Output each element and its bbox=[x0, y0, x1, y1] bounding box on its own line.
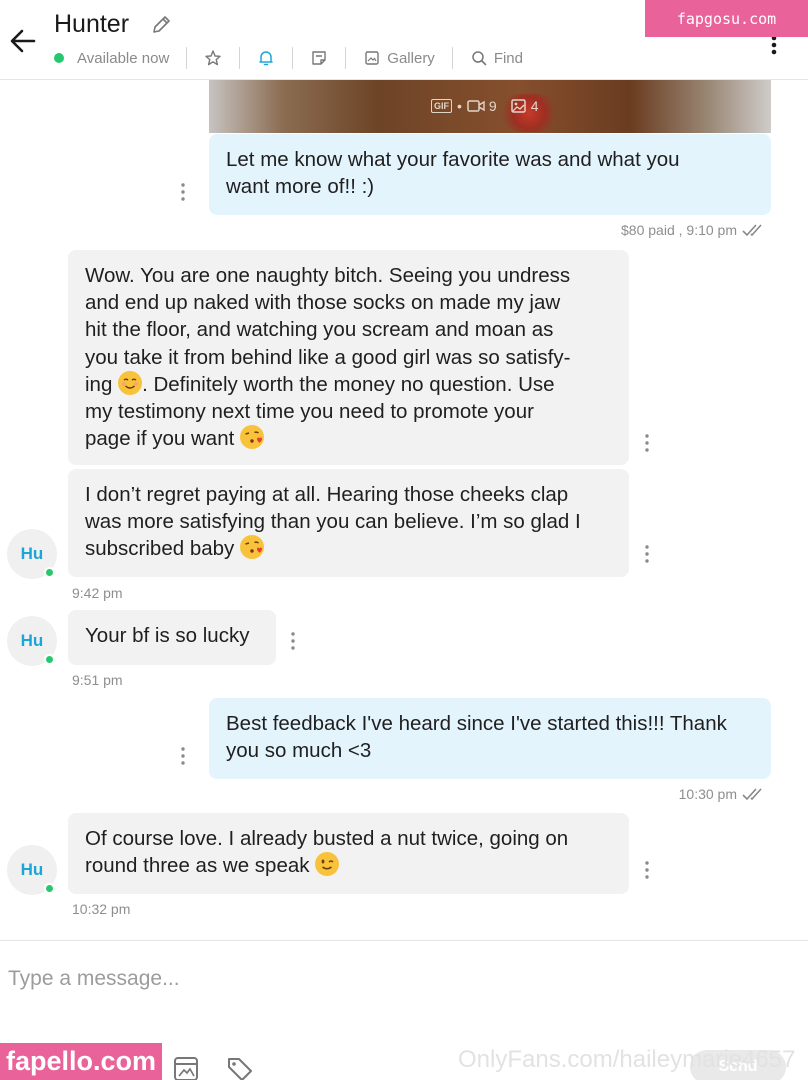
gallery-label: Gallery bbox=[387, 49, 435, 67]
video-icon bbox=[467, 100, 485, 112]
message-bubble-outgoing[interactable]: Let me know what your favorite was and w… bbox=[209, 134, 771, 215]
message-text: Let me know what your favorite was and w… bbox=[226, 148, 680, 199]
bell-icon[interactable] bbox=[257, 49, 275, 67]
avatar-initials: Hu bbox=[20, 631, 44, 650]
double-check-icon bbox=[742, 224, 762, 237]
message-meta: 10:30 pm bbox=[679, 786, 768, 802]
header-toolbar: Available now Gallery Find bbox=[54, 46, 523, 70]
gallery-button[interactable]: Gallery bbox=[363, 49, 435, 67]
message-options-icon[interactable] bbox=[179, 181, 187, 203]
avatar-initials: Hu bbox=[20, 860, 44, 879]
message-timestamp: 9:51 pm bbox=[72, 672, 123, 688]
separator-dot: • bbox=[457, 98, 462, 114]
message-bubble-incoming[interactable]: Your bf is so lucky bbox=[68, 610, 276, 665]
message-timestamp: 10:32 pm bbox=[72, 901, 131, 917]
kissing-heart-emoji-icon bbox=[239, 535, 264, 560]
message-options-icon[interactable] bbox=[643, 432, 651, 454]
avatar[interactable]: Hu bbox=[7, 616, 57, 666]
divider bbox=[239, 47, 241, 69]
message-bubble-incoming[interactable]: Of course love. I already busted a nut t… bbox=[68, 813, 629, 894]
message-text-continued: . Definitely worth the money no question… bbox=[85, 372, 555, 451]
avatar[interactable]: Hu bbox=[7, 529, 57, 579]
gallery-icon bbox=[365, 51, 379, 65]
divider bbox=[345, 47, 347, 69]
watermark-top: fapgosu.com bbox=[645, 0, 808, 37]
price-tag-icon[interactable] bbox=[225, 1055, 255, 1080]
message-options-icon[interactable] bbox=[179, 745, 187, 767]
message-options-icon[interactable] bbox=[643, 859, 651, 881]
message-bubble-outgoing[interactable]: Best feedback I've heard since I've star… bbox=[209, 698, 771, 779]
back-arrow-icon[interactable] bbox=[8, 26, 38, 56]
watermark-url: OnlyFans.com/haileymarie4657 bbox=[458, 1046, 796, 1073]
message-bubble-incoming[interactable]: Wow. You are one naughty bitch. Seeing y… bbox=[68, 250, 629, 465]
kissing-heart-emoji-icon bbox=[240, 425, 264, 450]
gif-badge: GIF bbox=[431, 99, 452, 113]
smiling-relieved-emoji-icon bbox=[118, 370, 143, 395]
avatar[interactable]: Hu bbox=[7, 845, 57, 895]
star-icon[interactable] bbox=[204, 49, 222, 67]
find-label: Find bbox=[493, 49, 523, 67]
video-count: 9 bbox=[488, 98, 497, 114]
pencil-icon[interactable] bbox=[150, 14, 172, 36]
chat-title[interactable]: Hunter bbox=[54, 10, 129, 39]
search-icon bbox=[472, 51, 487, 66]
online-status-dot bbox=[44, 883, 55, 894]
message-options-icon[interactable] bbox=[643, 543, 651, 565]
divider bbox=[451, 47, 453, 69]
find-button[interactable]: Find bbox=[470, 49, 523, 67]
media-info: GIF • 9 4 bbox=[431, 98, 539, 114]
photo-icon bbox=[510, 99, 526, 113]
message-bubble-incoming[interactable]: I don’t regret paying at all. Hearing th… bbox=[68, 469, 629, 577]
watermark-bottom: fapello.com bbox=[0, 1043, 162, 1080]
online-status-dot bbox=[54, 53, 64, 63]
divider bbox=[186, 47, 188, 69]
note-icon[interactable] bbox=[310, 49, 328, 67]
message-text: Your bf is so lucky bbox=[85, 624, 250, 647]
message-options-icon[interactable] bbox=[289, 630, 297, 652]
photo-count: 4 bbox=[530, 98, 539, 114]
message-meta: $80 paid , 9:10 pm bbox=[621, 222, 768, 238]
media-upload-icon[interactable] bbox=[172, 1055, 202, 1080]
paid-timestamp: $80 paid , 9:10 pm bbox=[621, 222, 737, 238]
message-timestamp: 10:30 pm bbox=[678, 786, 737, 802]
message-text: Best feedback I've heard since I've star… bbox=[226, 712, 727, 763]
message-text: I don’t regret paying at all. Hearing th… bbox=[85, 483, 581, 561]
avatar-initials: Hu bbox=[20, 544, 44, 563]
message-timestamp: 9:42 pm bbox=[72, 585, 123, 601]
media-preview[interactable]: GIF • 9 4 bbox=[209, 80, 771, 133]
winking-face-emoji-icon bbox=[315, 852, 340, 877]
availability-status: Available now bbox=[77, 49, 170, 67]
double-check-icon bbox=[742, 788, 762, 801]
divider bbox=[292, 47, 294, 69]
message-input[interactable] bbox=[0, 955, 700, 1003]
online-status-dot bbox=[44, 654, 55, 665]
online-status-dot bbox=[44, 567, 55, 578]
